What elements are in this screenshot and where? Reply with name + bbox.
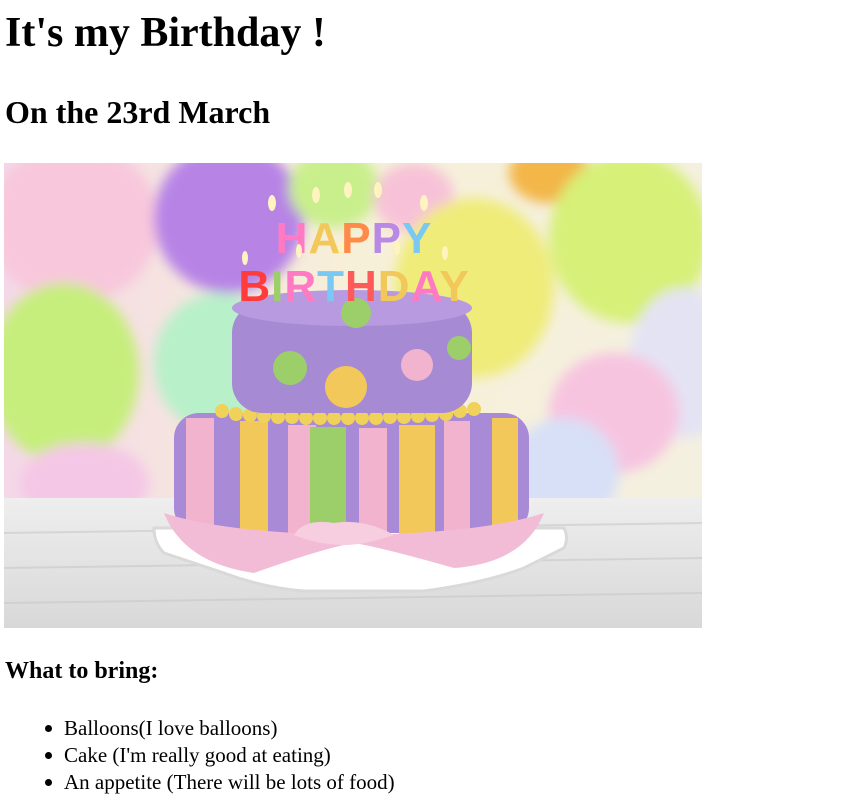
birthday-cake-image: HAPPY BIRTHDAY: [4, 163, 702, 628]
list-item-text: Cake (I'm really good at eating): [64, 743, 331, 767]
page: It's my Birthday ! On the 23rd March HAP…: [0, 0, 852, 807]
list-item: An appetite (There will be lots of food): [40, 769, 395, 796]
bullet-icon: [45, 779, 52, 786]
bring-list: Balloons(I love balloons) Cake (I'm real…: [0, 715, 395, 796]
list-item-text: An appetite (There will be lots of food): [64, 770, 395, 794]
what-to-bring-heading: What to bring:: [5, 658, 159, 684]
svg-text:BIRTHDAY: BIRTHDAY: [238, 262, 469, 311]
page-subtitle: On the 23rd March: [5, 94, 271, 130]
list-item: Cake (I'm really good at eating): [40, 742, 395, 769]
list-item: Balloons(I love balloons): [40, 715, 395, 742]
bullet-icon: [45, 752, 52, 759]
page-title: It's my Birthday !: [5, 10, 326, 56]
list-item-text: Balloons(I love balloons): [64, 716, 278, 740]
bullet-icon: [45, 725, 52, 732]
